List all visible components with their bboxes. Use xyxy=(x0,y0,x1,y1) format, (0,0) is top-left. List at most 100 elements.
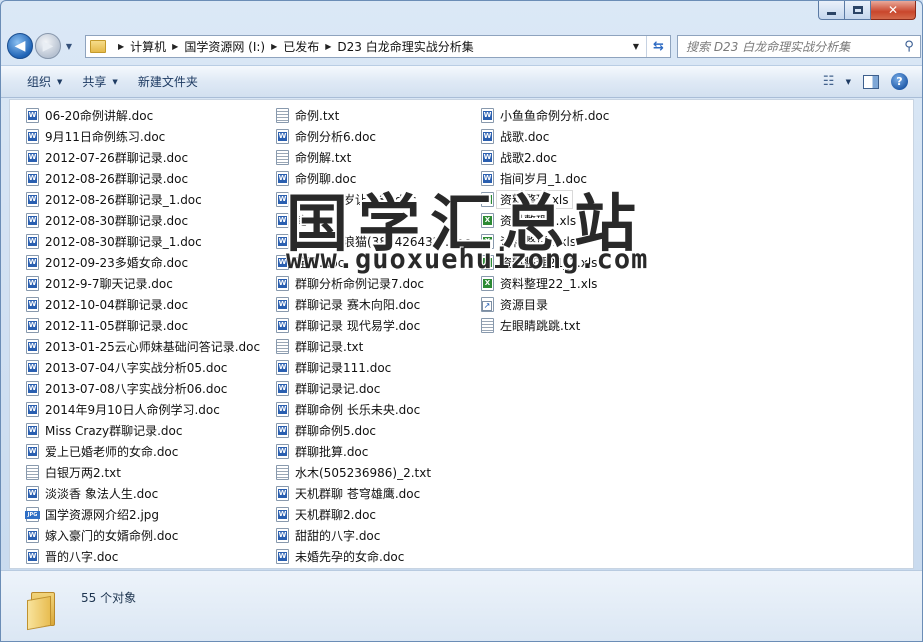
file-item[interactable]: 水木(505236986)_2.txt xyxy=(276,462,481,483)
view-dropdown-icon[interactable]: ▼ xyxy=(846,78,851,86)
forward-button[interactable]: ▶ xyxy=(35,33,61,59)
file-item[interactable]: 群聊记录 现代易学.doc xyxy=(276,315,481,336)
arrow-left-icon: ◀ xyxy=(14,38,26,54)
file-item[interactable]: 群聊批算.doc xyxy=(276,441,481,462)
help-icon[interactable]: ? xyxy=(891,73,908,90)
breadcrumb-separator-icon[interactable]: ▶ xyxy=(166,42,184,51)
search-input[interactable] xyxy=(686,39,898,54)
maximize-button[interactable] xyxy=(845,1,871,20)
file-item[interactable]: 乾.doc xyxy=(276,210,481,231)
file-item[interactable]: 群聊命例5.doc xyxy=(276,420,481,441)
breadcrumb-drive[interactable]: 国学资源网 (I:) xyxy=(184,38,265,55)
file-item[interactable]: 嫁入豪门的女婿命例.doc xyxy=(26,525,276,546)
doc-file-icon xyxy=(276,444,289,459)
file-item[interactable]: 2014年9月10日人命例学习.doc xyxy=(26,399,276,420)
file-name: 乾.doc xyxy=(295,214,333,228)
file-item[interactable]: 群聊命例 长乐未央.doc xyxy=(276,399,481,420)
file-item[interactable]: 小鱼鱼命例分析.doc xyxy=(481,105,741,126)
file-item[interactable]: 资料整理21_1.xls xyxy=(481,252,741,273)
minimize-icon xyxy=(827,11,836,15)
file-item[interactable]: 亲亲蜜尔浪猫(382426432).doc xyxy=(276,231,481,252)
doc-file-icon xyxy=(276,234,289,249)
doc-file-icon xyxy=(26,276,39,291)
file-item[interactable]: 国学资源网介绍2.jpg xyxy=(25,504,276,525)
file-item[interactable]: 2012-9-7聊天记录.doc xyxy=(26,273,276,294)
file-item[interactable]: 2012-11-05群聊记录.doc xyxy=(26,315,276,336)
file-item[interactable]: 2012-08-30群聊记录_1.doc xyxy=(26,231,276,252)
file-item[interactable]: 2013-07-08八字实战分析06.doc xyxy=(26,378,276,399)
file-item[interactable]: 命例聊.doc xyxy=(276,168,481,189)
file-item[interactable]: 命例.txt xyxy=(276,105,481,126)
new-folder-button[interactable]: 新建文件夹 xyxy=(128,69,208,94)
file-item[interactable]: 群聊分析命例记录7.doc xyxy=(276,273,481,294)
file-item[interactable]: 命例解.txt xyxy=(276,147,481,168)
file-item[interactable]: 2012-08-26群聊记录_1.doc xyxy=(26,189,276,210)
file-item[interactable]: 命例分析6.doc xyxy=(276,126,481,147)
file-item[interactable]: 奈何十一岁让爸爸.doc xyxy=(276,189,481,210)
file-item[interactable]: 资料整理2.xls xyxy=(481,231,741,252)
recent-pages-button[interactable]: ▼ xyxy=(63,33,75,59)
breadcrumb-separator-icon[interactable]: ▶ xyxy=(265,42,283,51)
breadcrumb-separator-icon[interactable]: ▶ xyxy=(112,42,130,51)
file-name: 2013-07-08八字实战分析06.doc xyxy=(45,382,228,396)
share-menu-button[interactable]: 共享 ▼ xyxy=(72,69,127,94)
file-name: 2012-08-30群聊记录.doc xyxy=(45,214,189,228)
file-name: 国学资源网介绍2.jpg xyxy=(45,508,160,522)
file-item[interactable]: 天机群聊2.doc xyxy=(276,504,481,525)
file-item[interactable]: 未婚先孕的女命.doc xyxy=(276,546,481,567)
file-item[interactable]: 战歌.doc xyxy=(481,126,741,147)
file-item[interactable]: 甜甜的八字.doc xyxy=(276,525,481,546)
file-name: 群聊命例 长乐未央.doc xyxy=(295,403,421,417)
minimize-button[interactable] xyxy=(818,1,845,20)
details-pane: 55 个对象 xyxy=(1,570,922,641)
file-item[interactable]: 9月11日命例练习.doc xyxy=(26,126,276,147)
search-icon[interactable]: ⚲ xyxy=(898,39,920,54)
file-item[interactable]: 晋的八字.doc xyxy=(26,546,276,567)
file-item[interactable]: 左眼睛跳跳.txt xyxy=(481,315,741,336)
file-item[interactable]: 爱上已婚老师的女命.doc xyxy=(26,441,276,462)
doc-file-icon xyxy=(276,486,289,501)
file-item[interactable]: 战歌2.doc xyxy=(481,147,741,168)
close-button[interactable]: ✕ xyxy=(871,1,916,20)
breadcrumb-computer[interactable]: 计算机 xyxy=(130,38,166,55)
file-item[interactable]: 2012-09-23多婚女命.doc xyxy=(26,252,276,273)
file-item[interactable]: 2013-01-25云心师妹基础问答记录.doc xyxy=(26,336,276,357)
file-item[interactable]: 天机群聊 苍穹雄鹰.doc xyxy=(276,483,481,504)
address-dropdown-icon[interactable]: ▼ xyxy=(628,42,644,51)
lnk-file-icon xyxy=(481,297,494,312)
organize-menu-button[interactable]: 组织 ▼ xyxy=(17,69,72,94)
command-bar: 组织 ▼ 共享 ▼ 新建文件夹 ☷ ▼ ? xyxy=(1,65,922,98)
file-item[interactable]: 资料整理1.xls xyxy=(481,210,741,231)
breadcrumb-separator-icon[interactable]: ▶ xyxy=(319,42,337,51)
doc-file-icon xyxy=(276,171,289,186)
file-item[interactable]: 2012-08-30群聊记录.doc xyxy=(26,210,276,231)
file-item[interactable]: 资料整理22_1.xls xyxy=(481,273,741,294)
file-item[interactable]: 资源目录 xyxy=(481,294,741,315)
file-item[interactable]: Miss Crazy群聊记录.doc xyxy=(26,420,276,441)
file-item[interactable]: 指间岁月_1.doc xyxy=(481,168,741,189)
file-item[interactable]: 白银万两2.txt xyxy=(26,462,276,483)
breadcrumb-current-folder[interactable]: D23 白龙命理实战分析集 xyxy=(337,38,473,55)
file-item[interactable]: 资料整理.xls xyxy=(481,189,741,210)
file-item[interactable]: 2012-10-04群聊记录.doc xyxy=(26,294,276,315)
refresh-button[interactable]: ⇆ xyxy=(646,36,670,57)
file-name: 群聊记录记.doc xyxy=(295,382,381,396)
preview-pane-icon[interactable] xyxy=(863,74,879,89)
file-item[interactable]: 群聊记录记.doc xyxy=(276,378,481,399)
file-item[interactable]: 群聊记录 赛木向阳.doc xyxy=(276,294,481,315)
file-item[interactable]: 2012-07-26群聊记录.doc xyxy=(26,147,276,168)
file-item[interactable]: 06-20命例讲解.doc xyxy=(26,105,276,126)
file-item[interactable]: 群聊记录111.doc xyxy=(276,357,481,378)
file-name: 群聊批算.doc xyxy=(295,445,369,459)
file-list: 06-20命例讲解.doc 9月11日命例练习.doc 2012-07-26群聊记录… xyxy=(9,99,914,569)
file-item[interactable]: 群聊记录.txt xyxy=(276,336,481,357)
search-box: ⚲ xyxy=(677,35,921,58)
file-item[interactable]: 2012-08-26群聊记录.doc xyxy=(26,168,276,189)
file-item[interactable]: 淡淡香 象法人生.doc xyxy=(26,483,276,504)
file-item[interactable]: 2013-07-04八字实战分析05.doc xyxy=(26,357,276,378)
back-button[interactable]: ◀ xyxy=(7,33,33,59)
address-bar[interactable]: ▶ 计算机 ▶ 国学资源网 (I:) ▶ 已发布 ▶ D23 白龙命理实战分析集… xyxy=(85,35,671,58)
view-options-icon[interactable]: ☷ xyxy=(818,73,840,91)
breadcrumb-published[interactable]: 已发布 xyxy=(283,38,319,55)
file-item[interactable]: 诠释.doc xyxy=(276,252,481,273)
